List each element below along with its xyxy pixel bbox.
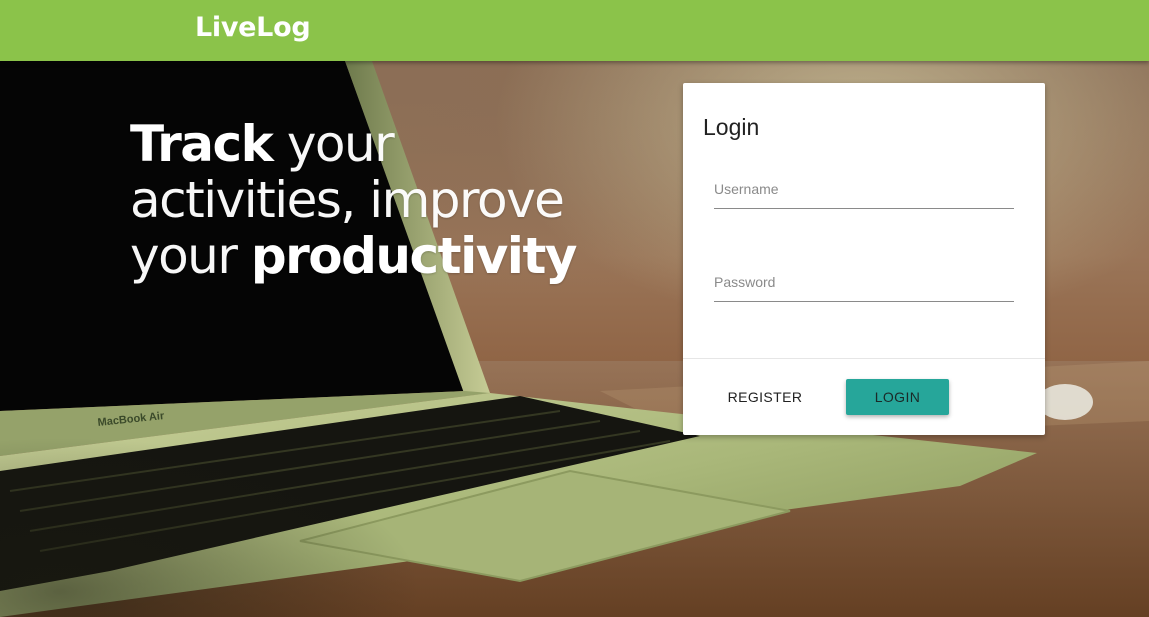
app-title[interactable]: LiveLog [195,12,311,43]
login-button[interactable]: LOGIN [846,379,949,415]
headline-word-productivity: productivity [250,227,578,285]
card-divider [683,358,1045,359]
app-bar: LiveLog [0,0,1149,61]
password-input[interactable] [714,258,1014,301]
headline-word-track: Track [130,115,274,173]
headline-word-your-2: your [130,227,238,285]
register-button[interactable]: REGISTER [719,379,811,415]
headline-word-your: your [286,115,395,173]
username-field [714,165,1014,209]
headline-line-2: activities, improve [130,171,565,229]
login-card: Login REGISTER LOGIN [683,83,1045,435]
username-input[interactable] [714,165,1014,208]
hero-headline: Track your activities, improve your prod… [130,116,630,284]
login-title: Login [703,114,760,140]
password-field [714,258,1014,302]
